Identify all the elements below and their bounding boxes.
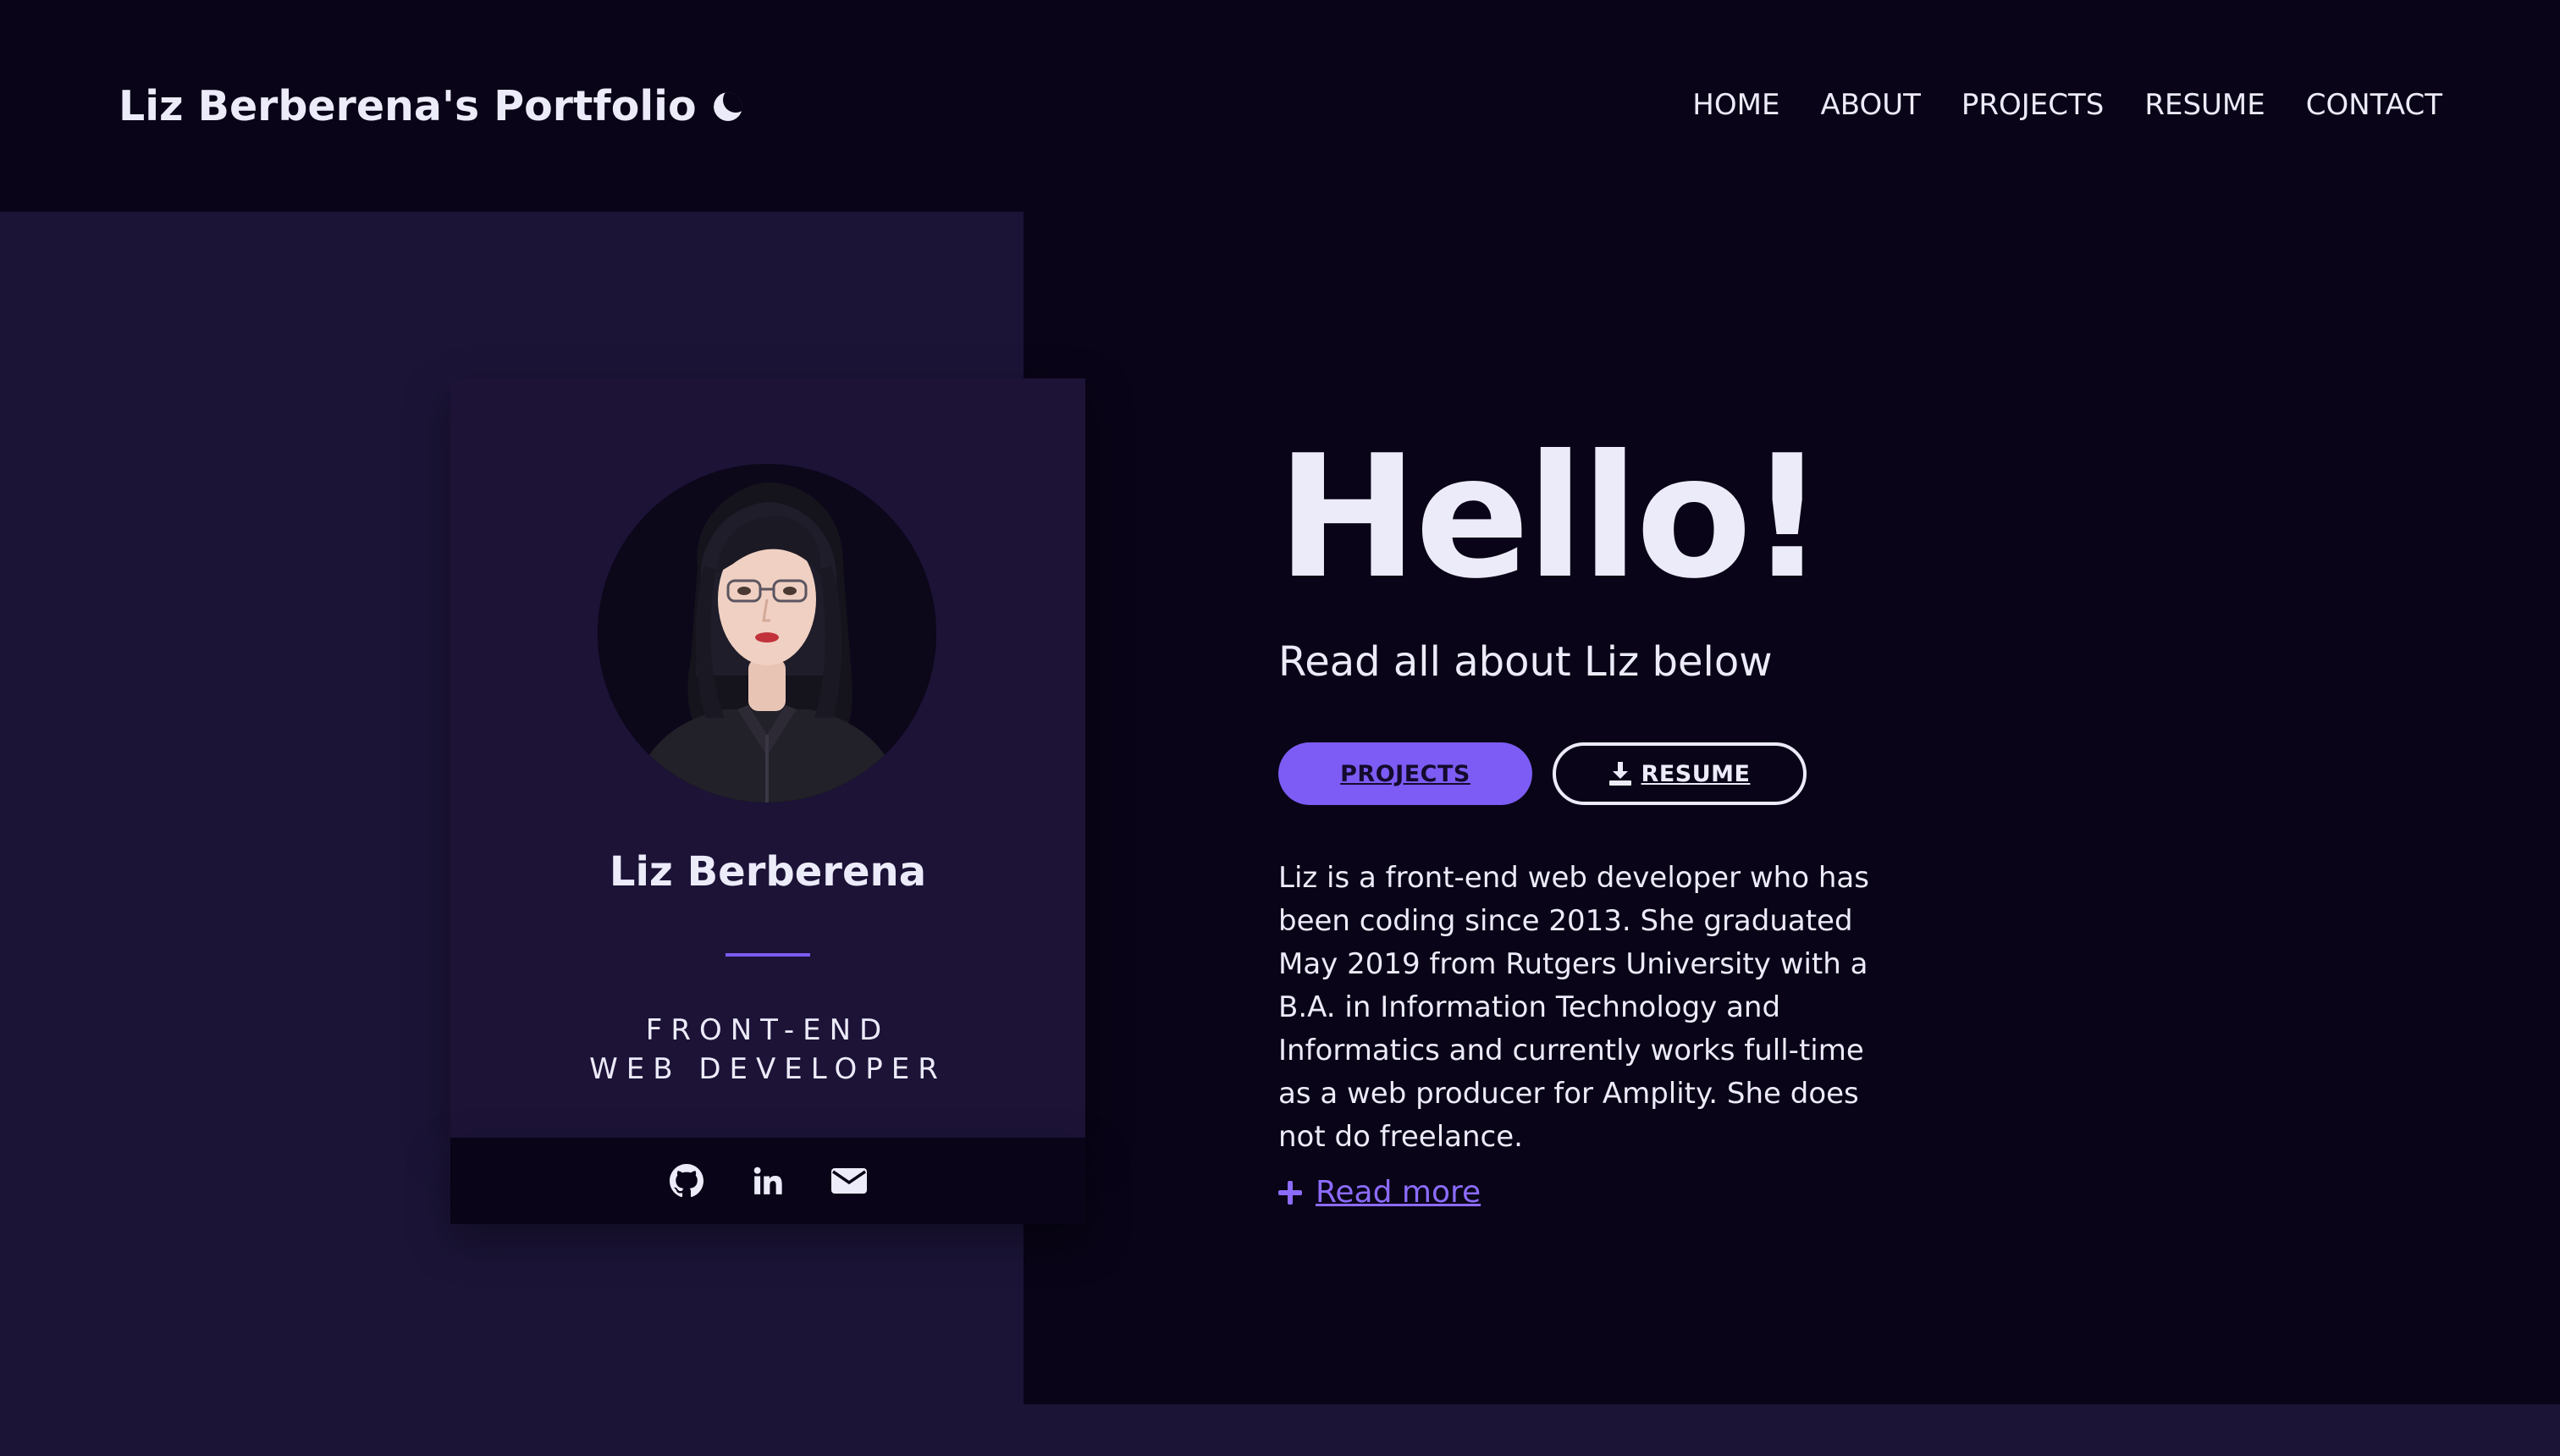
plus-icon: [1278, 1180, 1302, 1205]
social-links: [450, 1138, 1085, 1224]
read-more-label: Read more: [1316, 1175, 1481, 1210]
nav-projects[interactable]: PROJECTS: [1961, 80, 2105, 130]
profile-divider: [726, 953, 810, 957]
top-navigation-bar: Liz Berberena's Portfolio HOME ABOUT PRO…: [0, 0, 2560, 212]
nav-resume[interactable]: RESUME: [2144, 80, 2265, 130]
nav-about[interactable]: ABOUT: [1820, 80, 1920, 130]
download-icon: [1608, 762, 1631, 786]
profile-role: FRONT-END WEB DEVELOPER: [450, 1011, 1085, 1089]
email-icon[interactable]: [830, 1162, 868, 1200]
profile-card: Liz Berberena FRONT-END WEB DEVELOPER: [450, 378, 1085, 1138]
moon-icon[interactable]: [713, 92, 742, 121]
main-nav: HOME ABOUT PROJECTS RESUME CONTACT: [1692, 80, 2442, 130]
read-more-link[interactable]: Read more: [1278, 1175, 1481, 1210]
hero-subtitle: Read all about Liz below: [1278, 638, 1773, 686]
resume-button-label: RESUME: [1641, 760, 1751, 787]
nav-home[interactable]: HOME: [1692, 80, 1779, 130]
hero-heading: Hello!: [1277, 419, 1826, 616]
profile-role-line2: WEB DEVELOPER: [589, 1052, 946, 1086]
linkedin-icon[interactable]: [749, 1162, 786, 1200]
resume-button[interactable]: RESUME: [1553, 742, 1807, 805]
profile-name: Liz Berberena: [609, 848, 927, 896]
brand-title: Liz Berberena's Portfolio: [119, 81, 697, 130]
projects-button-label: PROJECTS: [1340, 760, 1470, 787]
avatar-illustration: [598, 464, 936, 802]
profile-role-line1: FRONT-END: [645, 1013, 891, 1047]
nav-contact[interactable]: CONTACT: [2306, 80, 2442, 130]
bio-text: Liz is a front-end web developer who has…: [1278, 861, 1869, 1154]
site-brand[interactable]: Liz Berberena's Portfolio: [119, 74, 742, 137]
projects-button[interactable]: PROJECTS: [1278, 742, 1532, 805]
avatar: [598, 464, 936, 802]
github-icon[interactable]: [668, 1162, 705, 1200]
